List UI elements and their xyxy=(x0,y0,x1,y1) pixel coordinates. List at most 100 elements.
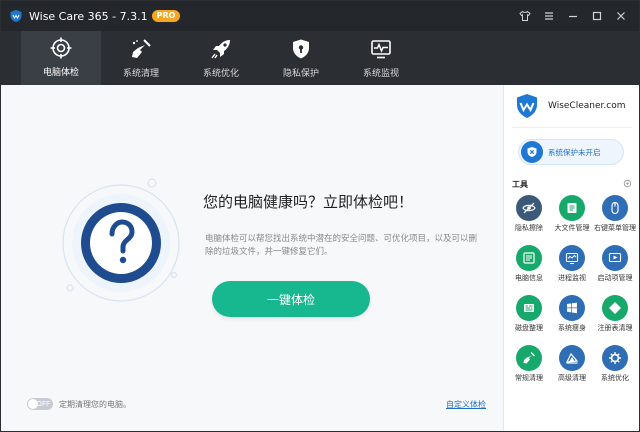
tool-icon-bg xyxy=(516,345,542,371)
tab-privacy-protector[interactable]: 隐私保护 xyxy=(261,31,341,85)
registry-icon xyxy=(609,302,621,314)
shield-lock-icon xyxy=(293,39,309,58)
skin-button[interactable] xyxy=(513,4,537,28)
main-nav: 电脑体检 系统清理 系统优化 隐私保护 系统监视 xyxy=(1,31,639,85)
settings-gear-icon[interactable] xyxy=(623,179,632,188)
shield-alert-icon xyxy=(527,147,537,157)
tab-label: 隐私保护 xyxy=(282,68,319,79)
divider xyxy=(512,127,632,128)
schedule-toggle-label: 定期清理您的电脑。 xyxy=(59,399,131,409)
pro-badge: PRO xyxy=(151,10,181,22)
tool-icon-bg xyxy=(559,245,585,271)
tool-label: 大文件管理 xyxy=(554,224,590,232)
tool-label: 磁盘整理 xyxy=(515,324,543,332)
rocket-icon xyxy=(211,39,230,58)
crosshair-icon xyxy=(50,37,72,58)
tool-icon-bg xyxy=(516,195,542,221)
tool-context-menu-manager[interactable]: 右键菜单管理 xyxy=(594,195,636,245)
shirt-icon xyxy=(519,10,531,21)
tool-label: 进程监视 xyxy=(558,274,586,282)
tool-label: 注册表清理 xyxy=(597,324,633,332)
tool-system-slimming[interactable]: 系统瘦身 xyxy=(551,295,593,345)
schedule-toggle-group: OFF 定期清理您的电脑。 xyxy=(27,398,131,410)
minimize-icon xyxy=(569,15,577,18)
tool-label: 右键菜单管理 xyxy=(594,224,636,232)
tab-label: 系统监视 xyxy=(362,68,399,79)
schedule-toggle[interactable]: OFF xyxy=(27,398,53,410)
eye-off-icon xyxy=(522,202,536,214)
tool-label: 常规清理 xyxy=(515,374,543,382)
protection-status-text: 系统保护未开启 xyxy=(548,147,601,157)
tab-system-tuneup[interactable]: 系统优化 xyxy=(181,31,261,85)
tool-computer-info[interactable]: 电脑信息 xyxy=(508,245,550,295)
tool-process-monitor[interactable]: 进程监视 xyxy=(551,245,593,295)
tab-system-cleaner[interactable]: 系统清理 xyxy=(101,31,181,85)
question-mark-icon xyxy=(62,178,180,302)
one-click-scan-button[interactable]: 一键体检 xyxy=(212,281,370,317)
broom-clean-icon xyxy=(523,352,535,364)
checkup-description: 电脑体检可以帮您找出系统中潜在的安全问题、可优化项目，以及可以删除的垃圾文件，并… xyxy=(205,234,478,257)
tab-label: 系统清理 xyxy=(122,68,159,79)
tool-icon-bg xyxy=(602,295,628,321)
app-title: Wise Care 365 - 7.3.1 xyxy=(29,9,148,23)
menu-button[interactable] xyxy=(537,4,561,28)
tool-label: 电脑信息 xyxy=(515,274,543,282)
brand[interactable]: WiseCleaner.com xyxy=(514,93,625,119)
mouse-icon xyxy=(611,201,619,215)
maximize-icon xyxy=(592,11,602,21)
tool-icon-bg xyxy=(559,345,585,371)
advanced-clean-icon xyxy=(565,352,579,364)
tool-label: 系统瘦身 xyxy=(558,324,586,332)
startup-icon xyxy=(608,252,622,263)
computer-info-icon xyxy=(523,252,535,264)
process-monitor-icon xyxy=(565,252,579,265)
tool-icon-bg xyxy=(516,245,542,271)
tool-registry-cleaner[interactable]: 注册表清理 xyxy=(594,295,636,345)
monitor-pulse-icon xyxy=(371,39,391,58)
tab-pc-checkup[interactable]: 电脑体检 xyxy=(21,31,101,85)
custom-checkup-link[interactable]: 自定义体检 xyxy=(446,399,486,410)
tool-label: 系统优化 xyxy=(601,374,629,382)
tool-disk-defrag[interactable]: 磁盘整理 xyxy=(508,295,550,345)
tool-label: 隐私擦除 xyxy=(515,224,543,232)
tool-icon-bg xyxy=(602,245,628,271)
tool-advanced-cleaner[interactable]: 高级清理 xyxy=(551,345,593,395)
tools-section-header: 工具 xyxy=(512,179,632,190)
windows-icon xyxy=(567,302,577,314)
app-window: Wise Care 365 - 7.3.1 PRO 电脑体检 系统清理 系统优化… xyxy=(0,0,640,432)
app-logo-icon xyxy=(10,10,22,22)
disk-defrag-icon xyxy=(524,304,534,312)
gear-optimize-icon xyxy=(609,352,621,364)
tool-icon-bg xyxy=(602,195,628,221)
checkup-panel: 您的电脑健康吗？立即体检吧！ 电脑体检可以帮您找出系统中潜在的安全问题、可优化项… xyxy=(1,85,503,431)
tools-title: 工具 xyxy=(512,180,528,189)
protection-shield xyxy=(521,141,543,163)
close-button[interactable] xyxy=(609,4,633,28)
tools-grid: 隐私擦除 大文件管理 右键菜单管理 电脑信息 进程监视 启动项管理 磁盘整理 系… xyxy=(508,195,636,395)
tab-system-monitor[interactable]: 系统监视 xyxy=(341,31,421,85)
minimize-button[interactable] xyxy=(561,4,585,28)
tool-common-cleaner[interactable]: 常规清理 xyxy=(508,345,550,395)
tool-privacy-eraser[interactable]: 隐私擦除 xyxy=(508,195,550,245)
menu-icon xyxy=(545,12,553,20)
tool-icon-bg xyxy=(516,295,542,321)
tool-label: 高级清理 xyxy=(558,374,586,382)
tool-icon-bg xyxy=(559,195,585,221)
window-controls xyxy=(513,1,633,31)
tool-startup-manager[interactable]: 启动项管理 xyxy=(594,245,636,295)
tools-sidebar: WiseCleaner.com 系统保护未开启 工具 隐私擦除 大文件管理 右键… xyxy=(503,85,639,431)
brand-name: WiseCleaner.com xyxy=(548,101,626,111)
broom-icon xyxy=(132,38,151,58)
tab-label: 电脑体检 xyxy=(42,67,79,78)
tool-label: 启动项管理 xyxy=(597,274,633,282)
tool-system-optimize[interactable]: 系统优化 xyxy=(594,345,636,395)
tool-large-file-manager[interactable]: 大文件管理 xyxy=(551,195,593,245)
wisecleaner-logo-icon xyxy=(517,94,537,118)
protection-status-button[interactable]: 系统保护未开启 xyxy=(518,139,624,165)
tab-label: 系统优化 xyxy=(202,68,239,79)
maximize-button[interactable] xyxy=(585,4,609,28)
tool-icon-bg xyxy=(559,295,585,321)
title-bar: Wise Care 365 - 7.3.1 PRO xyxy=(1,1,639,31)
close-icon xyxy=(617,12,625,20)
page-title: 您的电脑健康吗？立即体检吧！ xyxy=(203,193,414,211)
